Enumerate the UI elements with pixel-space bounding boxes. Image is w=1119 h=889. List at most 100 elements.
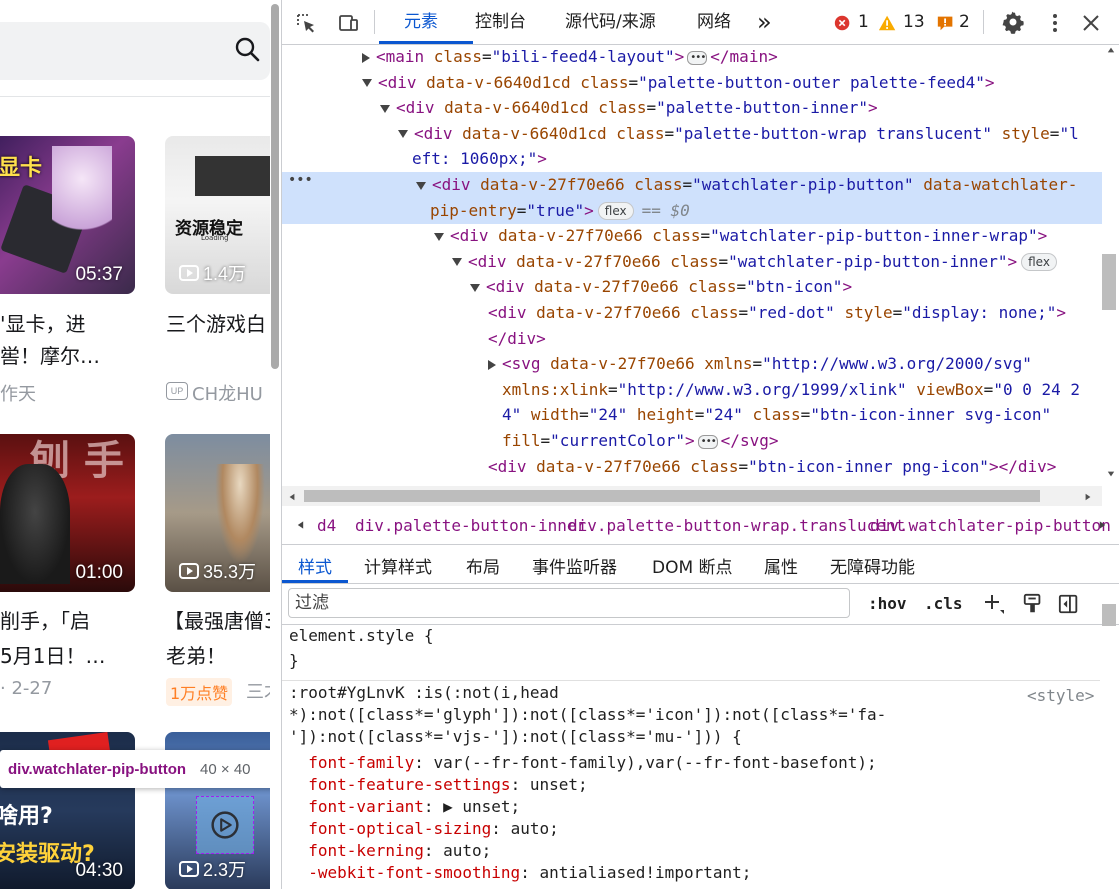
elements-tree[interactable]: <main class="bili-feed4-layout"></main><… [282,44,1102,484]
css-line[interactable]: font-optical-sizing: auto; [289,818,558,840]
toggle-sidebar-icon[interactable] [1058,592,1080,616]
tab-properties[interactable]: 属性 [764,553,798,578]
tab-dom-breakpoints[interactable]: DOM 断点 [652,553,733,578]
tab-event-listeners[interactable]: 事件监听器 [532,553,617,578]
css-line[interactable]: -webkit-font-smoothing: antialiased!impo… [289,862,751,884]
close-icon[interactable] [1080,12,1102,34]
issues-icon[interactable] [936,12,956,34]
new-style-rule-icon[interactable] [982,592,1006,616]
layout-badge[interactable]: flex [597,202,634,221]
breadcrumb-left-arrow-icon[interactable] [296,519,305,531]
breadcrumb-item[interactable]: div.palette-button-inner [355,516,586,535]
css-line[interactable]: font-family: var(--fr-font-family),var(-… [289,752,876,774]
css-line[interactable]: font-variant: ▶ unset; [289,796,520,818]
collapse-arrow-icon[interactable] [470,283,480,292]
breadcrumb-item-selected[interactable]: div.watchlater-pip-button [870,516,1111,535]
search-icon[interactable] [234,36,260,62]
dom-node-line[interactable]: fill="currentColor"> </svg> [282,428,1102,455]
search-bar[interactable] [0,22,270,80]
error-icon[interactable] [833,12,853,34]
collapsed-content-ellipsis[interactable] [697,429,718,455]
tab-computed[interactable]: 计算样式 [364,553,432,578]
collapse-arrow-icon[interactable] [398,130,408,139]
css-line[interactable]: } [289,650,299,672]
tree-vertical-scroll-thumb[interactable] [1102,254,1116,310]
expand-arrow-icon[interactable] [362,52,370,63]
more-options-icon[interactable] [1044,12,1066,34]
css-line[interactable]: ']):not([class*='vjs-']):not([class*='mu… [289,726,742,748]
collapse-arrow-icon[interactable] [452,258,462,267]
device-toolbar-icon[interactable] [337,12,359,34]
warning-icon[interactable] [878,12,898,34]
breadcrumb-item[interactable]: div.palette-button-wrap.translucent [568,516,905,535]
breadcrumb-item[interactable]: d4 [317,516,336,535]
dom-node-line[interactable]: <main class="bili-feed4-layout"> </main> [282,44,1102,71]
tree-horizontal-scroll-thumb[interactable] [304,490,1040,502]
issues-count[interactable]: 2 [959,0,970,44]
scroll-down-arrow-icon[interactable] [1106,470,1116,478]
paint-brush-icon[interactable] [1022,592,1044,616]
dom-node-line[interactable]: pip-entry="true"> flex == $0 [282,197,1102,224]
tab-sources[interactable]: 源代码/来源 [565,0,656,44]
tab-accessibility[interactable]: 无障碍功能 [830,553,915,578]
video-title[interactable]: 【最强唐僧3 [164,605,270,637]
video-title-line2[interactable]: 5月1日！… [0,640,105,672]
dom-node-line[interactable]: <div data-v-6640d1cd class="palette-butt… [282,70,1102,96]
dom-node-line[interactable]: <div data-v-6640d1cd class="palette-butt… [282,121,1102,147]
cls-toggle[interactable]: .cls [924,594,963,613]
css-line[interactable]: font-kerning: auto; [289,840,491,862]
css-rules-pane[interactable]: element.style {} :root#YgLnvK :is(:not(i,… [282,625,1100,889]
dom-node-line[interactable]: <div data-v-6640d1cd class="palette-butt… [282,95,1102,121]
video-title[interactable]: '显卡，进 [0,308,86,340]
hov-toggle[interactable]: :hov [868,594,907,613]
dom-node-line[interactable]: <div data-v-27f70e66 class="watchlater-p… [282,223,1102,249]
video-title-line2[interactable]: 喾！摩尔… [0,340,100,372]
dom-node-line[interactable]: <div data-v-27f70e66 class="watchlater-p… [282,172,1102,198]
css-line[interactable]: font-feature-settings: unset; [289,774,587,796]
dom-node-line[interactable]: </div> [282,326,1102,352]
uploader-name[interactable]: 三才 [246,678,270,704]
inspect-element-icon[interactable] [295,12,317,34]
css-line[interactable]: element.style { [289,625,434,647]
collapse-arrow-icon[interactable] [434,232,444,241]
video-title-line2[interactable]: 老弟！ [166,640,226,672]
collapsed-content-ellipsis[interactable] [687,45,708,71]
watchlater-pip-icon[interactable] [206,806,244,844]
page-scrollbar[interactable] [271,4,279,369]
tab-network[interactable]: 网络 [697,0,731,44]
tab-elements[interactable]: 元素 [404,0,438,44]
dom-node-line[interactable]: <svg data-v-27f70e66 xmlns="http://www.w… [282,351,1102,377]
css-line[interactable]: *):not([class*='glyph']):not([class*='ic… [289,704,886,726]
breadcrumb-right-arrow-icon[interactable] [1098,519,1107,531]
rule-source-link[interactable]: <style> [1027,686,1094,705]
scroll-up-arrow-icon[interactable] [1106,46,1116,54]
styles-filter-input[interactable]: 过滤 [288,588,850,618]
more-tabs-button[interactable]: » [757,0,772,44]
error-count[interactable]: 1 [858,0,869,44]
video-thumbnail[interactable]: 资源稳定 Loading 1.4万 [165,136,270,294]
video-title[interactable]: 削手，「启 [0,605,90,637]
layout-badge[interactable]: flex [1021,253,1057,272]
settings-gear-icon[interactable] [1001,10,1025,34]
expand-arrow-icon[interactable] [488,359,496,370]
scroll-right-arrow-icon[interactable] [1084,492,1092,502]
tab-console[interactable]: 控制台 [475,0,526,44]
scroll-left-arrow-icon[interactable] [288,492,296,502]
video-thumbnail[interactable]: 显卡 05:37 [0,136,135,294]
dom-node-line[interactable]: <div data-v-27f70e66 class="red-dot" sty… [282,300,1102,326]
dom-node-line[interactable]: 4" width="24" height="24" class="btn-ico… [282,402,1102,428]
video-title[interactable]: 三个游戏白 [166,308,266,340]
dom-node-line[interactable]: <div data-v-27f70e66 class="watchlater-p… [282,249,1102,275]
warning-count[interactable]: 13 [903,0,925,44]
video-thumbnail[interactable]: 刨 手 01:00 [0,434,135,592]
tab-styles[interactable]: 样式 [298,553,332,578]
video-thumbnail[interactable]: 35.3万 [165,434,270,592]
collapse-arrow-icon[interactable] [380,104,390,113]
dom-node-line[interactable]: eft: 1060px;"> [282,146,1102,172]
collapse-arrow-icon[interactable] [362,79,372,88]
styles-scroll-thumb[interactable] [1102,604,1116,626]
dom-node-line[interactable]: <div data-v-27f70e66 class="btn-icon"> [282,274,1102,300]
dom-node-line[interactable]: <div data-v-27f70e66 class="btn-icon-inn… [282,454,1102,480]
css-line[interactable]: :root#YgLnvK :is(:not(i,head [289,682,559,704]
uploader-name[interactable]: CH龙HU [192,380,263,406]
